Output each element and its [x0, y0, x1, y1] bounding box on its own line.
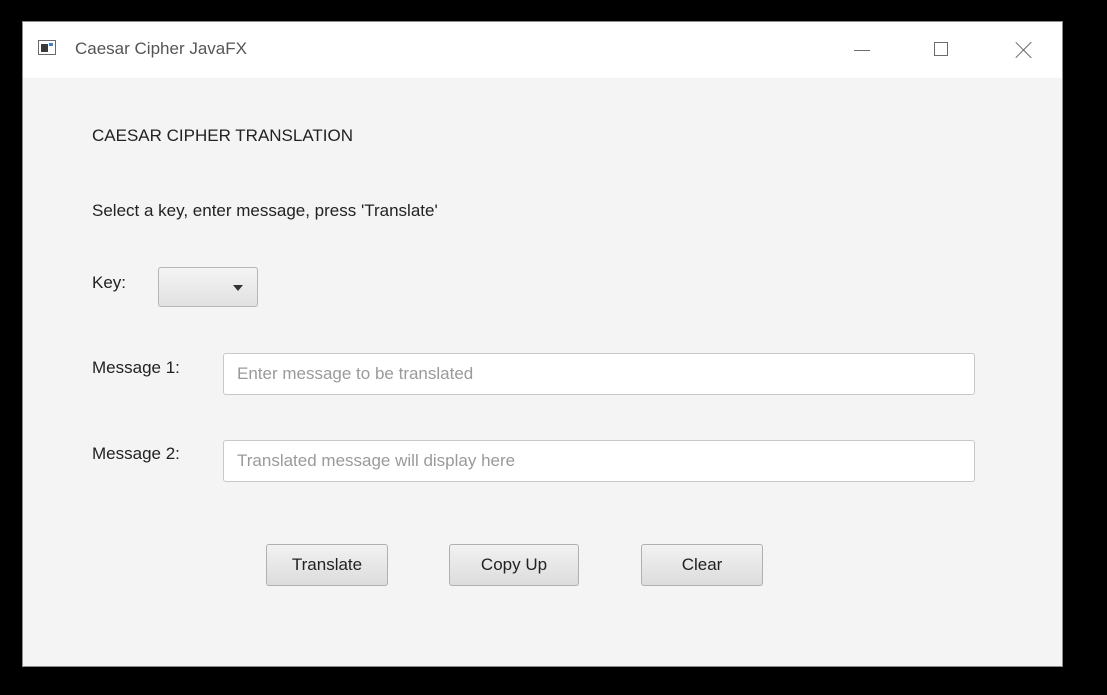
message2-input[interactable]	[223, 440, 975, 482]
clear-button[interactable]: Clear	[641, 544, 763, 586]
page-title: CAESAR CIPHER TRANSLATION	[92, 126, 354, 145]
translate-button[interactable]: Translate	[266, 544, 388, 586]
key-dropdown[interactable]	[158, 267, 258, 307]
app-window-icon	[38, 40, 56, 55]
instructions-text: Select a key, enter message, press 'Tran…	[92, 201, 438, 220]
title-bar[interactable]: Caesar Cipher JavaFX	[23, 22, 1062, 78]
maximize-icon	[934, 42, 948, 56]
close-button[interactable]	[1000, 22, 1046, 78]
maximize-button[interactable]	[919, 22, 965, 78]
minimize-button[interactable]	[838, 22, 884, 78]
message1-label: Message 1:	[92, 358, 180, 377]
window-title: Caesar Cipher JavaFX	[75, 39, 247, 58]
chevron-down-icon	[233, 285, 243, 291]
copy-up-button[interactable]: Copy Up	[449, 544, 579, 586]
message1-input[interactable]	[223, 353, 975, 395]
key-label: Key:	[92, 273, 127, 292]
app-window: Caesar Cipher JavaFX CAESAR CIPHER TRANS…	[22, 21, 1063, 667]
close-icon	[1015, 41, 1033, 59]
minimize-icon	[854, 50, 870, 51]
message2-label: Message 2:	[92, 444, 180, 463]
